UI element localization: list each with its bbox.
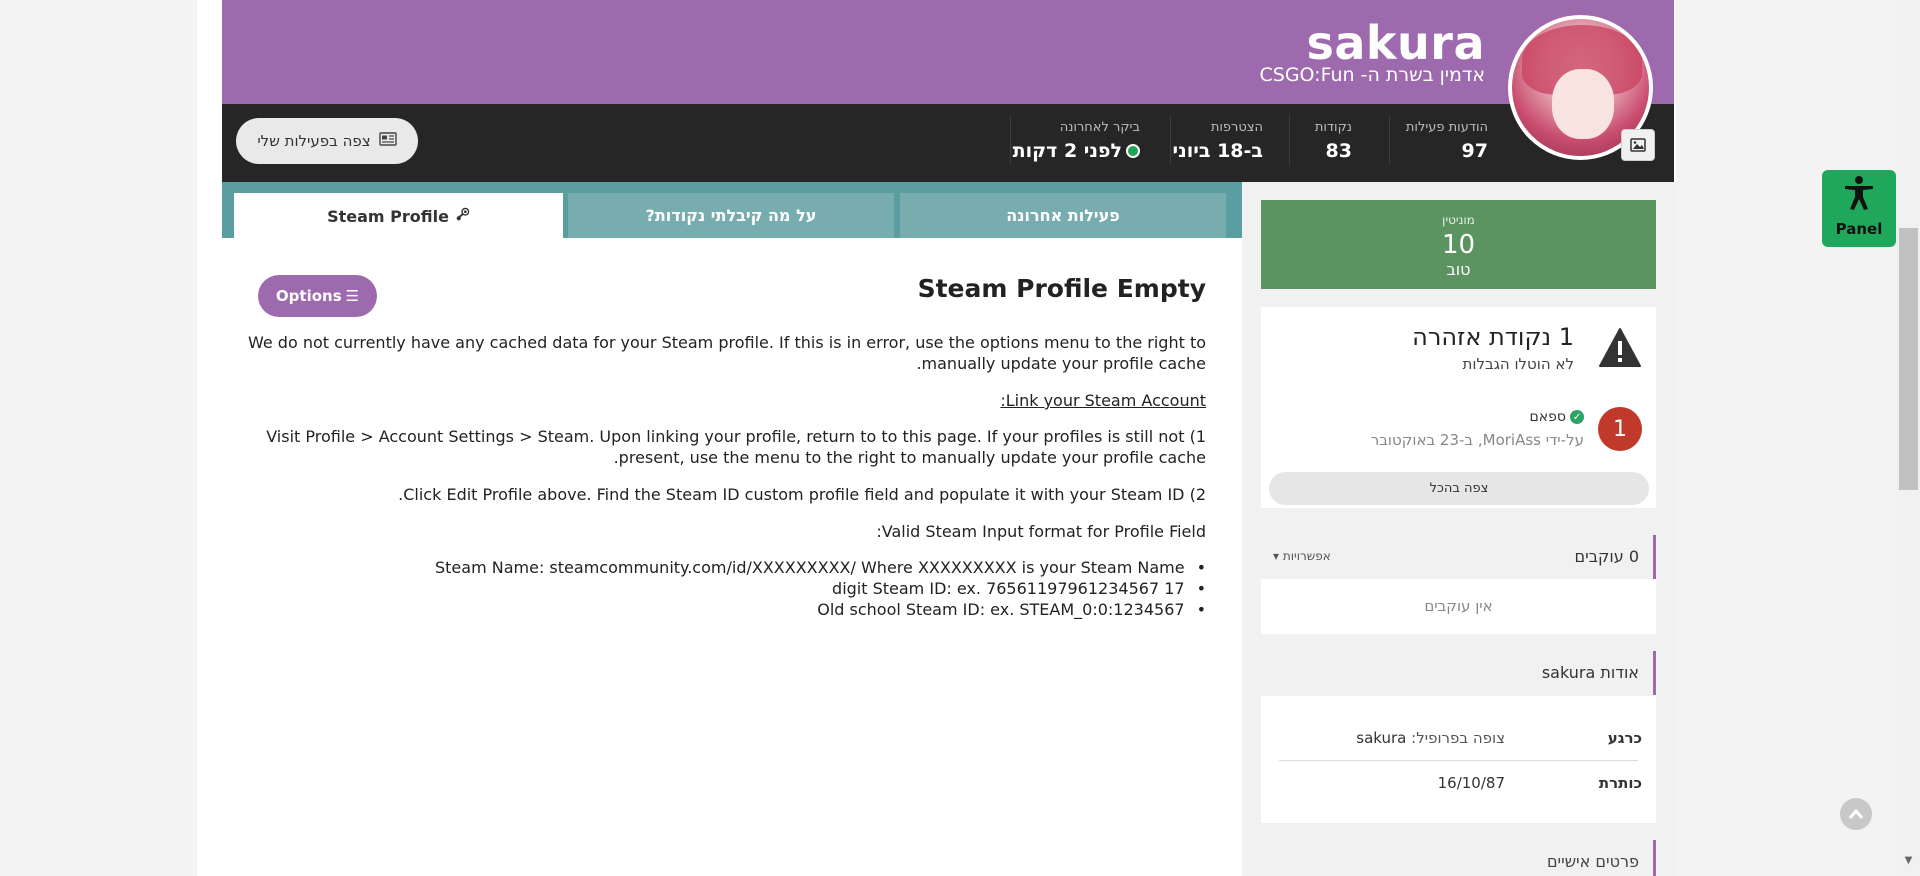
stat-posts: הודעות פעילות 97: [1406, 120, 1488, 162]
tab-steam-profile[interactable]: Steam Profile: [234, 193, 563, 239]
followers-options-label: אפשרויות: [1282, 549, 1331, 563]
stat-divider: [1289, 115, 1290, 165]
scrollbar-thumb[interactable]: [1899, 228, 1918, 490]
tab-label: Steam Profile: [327, 206, 449, 226]
about-value-link[interactable]: sakura: [1356, 729, 1406, 747]
warning-count-badge[interactable]: 1: [1598, 407, 1642, 451]
valid-format-heading: :Valid Steam Input format for Profile Fi…: [876, 522, 1206, 541]
followers-options-dropdown[interactable]: אפשרויות ▾: [1273, 549, 1331, 563]
list-item: Old school Steam ID: ex. STEAM_0:0:12345…: [817, 599, 1206, 620]
stat-points: נקודות 83: [1315, 120, 1352, 162]
last-visit-text: לפני 2 דקות: [1012, 140, 1122, 162]
stat-joined-value: ב-18 ביוני: [1172, 140, 1263, 162]
warning-issued-by: על-ידי MoriAss, ב-23 באוקטובר: [1370, 431, 1584, 449]
menu-icon: ☰: [345, 287, 360, 305]
steam-empty-text: We do not currently have any cached data…: [247, 333, 1206, 352]
personal-details-title: פרטים אישיים: [1546, 852, 1639, 871]
stat-posts-label: הודעות פעילות: [1405, 120, 1488, 135]
link-steam-heading: :Link your Steam Account: [1000, 391, 1206, 410]
personal-details-header: פרטים אישיים: [1261, 840, 1656, 876]
steam-step-1-cont: .present, use the menu to the right to m…: [613, 448, 1206, 467]
followers-header: 0 עוקבים אפשרויות ▾: [1261, 535, 1656, 579]
accessibility-label: Panel: [1835, 220, 1883, 238]
about-header: אודות sakura: [1261, 651, 1656, 695]
about-title: אודות sakura: [1541, 663, 1639, 682]
format-text: Old school Steam ID: ex. STEAM_0:0:12345…: [817, 600, 1185, 619]
stat-last-visit: ביקר לאחרונה לפני 2 דקות: [1013, 120, 1140, 162]
online-status-icon: [1126, 144, 1140, 158]
about-key: כרגע: [1607, 729, 1642, 747]
avatar-face: [1552, 69, 1614, 139]
view-my-activity-label: צפה בפעילות שלי: [257, 132, 371, 150]
about-value-key: צופה בפרופיל:: [1411, 729, 1505, 747]
about-value: צופה בפרופיל: sakura: [1356, 729, 1505, 747]
view-my-activity-button[interactable]: צפה בפעילות שלי: [236, 118, 418, 164]
tab-label: על מה קיבלתי נקודות?: [645, 206, 817, 225]
followers-title: 0 עוקבים: [1574, 547, 1639, 566]
stat-divider: [1010, 115, 1011, 165]
scroll-down-icon[interactable]: ▼: [1899, 855, 1918, 873]
about-body: כרגע צופה בפרופיל: sakura כותרת 16/10/87: [1261, 696, 1656, 823]
tab-recent-activity[interactable]: פעילות אחרונה: [900, 193, 1226, 238]
warnings-title: 1 נקודת אזהרה: [1412, 323, 1574, 351]
warning-reason-label: ספאם: [1529, 409, 1566, 425]
steam-step-1: Visit Profile > Account Settings > Steam…: [266, 427, 1206, 446]
list-item: digit Steam ID: ex. 76561197961234567 17…: [832, 578, 1206, 599]
warning-icon: [1598, 327, 1642, 369]
stat-divider: [1170, 115, 1171, 165]
stat-last-visit-label: ביקר לאחרונה: [1059, 120, 1140, 135]
stat-divider: [1389, 115, 1390, 165]
steam-step-2: .Click Edit Profile above. Find the Stea…: [398, 485, 1206, 504]
caret-down-icon: ▾: [1273, 549, 1280, 563]
stat-points-label: נקודות: [1314, 120, 1352, 135]
about-key: כותרת: [1598, 774, 1642, 792]
warnings-subtitle: לא הוטלו הגבלות: [1462, 355, 1574, 373]
stat-last-visit-value: לפני 2 דקות: [1013, 140, 1140, 162]
reputation-box: מוניטין 10 טוב: [1261, 200, 1656, 289]
about-divider: [1279, 760, 1638, 761]
warnings-box: 1 נקודת אזהרה לא הוטלו הגבלות 1 ✓ ספאם ע…: [1261, 307, 1656, 508]
steam-profile-title: Steam Profile Empty: [917, 274, 1206, 303]
check-icon: ✓: [1570, 410, 1584, 424]
options-label: Options: [275, 287, 342, 305]
profile-username: sakura: [1306, 16, 1485, 70]
accessibility-icon: [1822, 175, 1896, 220]
list-item: Steam Name: steamcommunity.com/id/XXXXXX…: [435, 557, 1206, 578]
followers-empty-text: אין עוקבים: [1424, 597, 1493, 615]
bullet-icon: •: [1196, 579, 1206, 598]
options-button[interactable]: Options ☰: [258, 275, 377, 317]
accessibility-panel-button[interactable]: Panel: [1822, 170, 1896, 247]
tab-points-reasons[interactable]: על מה קיבלתי נקודות?: [568, 193, 894, 238]
stat-joined: הצטרפות ב-18 ביוני: [1173, 120, 1263, 162]
back-to-top-icon[interactable]: [1840, 798, 1872, 830]
reputation-value: 10: [1441, 230, 1476, 260]
view-all-warnings-button[interactable]: צפה בהכל: [1269, 472, 1649, 505]
stat-joined-label: הצטרפות: [1210, 120, 1263, 135]
stat-posts-value: 97: [1461, 140, 1488, 162]
image-icon[interactable]: [1621, 129, 1655, 161]
bullet-icon: •: [1196, 600, 1206, 619]
profile-user-title: אדמין בשרת ה- CSGO:Fun: [1259, 64, 1486, 86]
format-text: digit Steam ID: ex. 76561197961234567 17: [832, 579, 1185, 598]
warning-reason[interactable]: ✓ ספאם: [1530, 409, 1584, 425]
reputation-word: טוב: [1446, 260, 1471, 279]
steam-empty-text-cont: .manually update your profile cache: [916, 354, 1206, 373]
reputation-label: מוניטין: [1442, 213, 1475, 227]
format-text: Steam Name: steamcommunity.com/id/XXXXXX…: [435, 558, 1185, 577]
stat-points-value: 83: [1325, 140, 1352, 162]
tab-label: פעילות אחרונה: [1006, 206, 1120, 225]
followers-body: אין עוקבים: [1261, 579, 1656, 634]
newspaper-icon: [378, 132, 397, 150]
bullet-icon: •: [1196, 558, 1206, 577]
steam-icon: [455, 207, 470, 226]
about-value: 16/10/87: [1437, 774, 1505, 792]
view-all-label: צפה בהכל: [1429, 481, 1489, 496]
